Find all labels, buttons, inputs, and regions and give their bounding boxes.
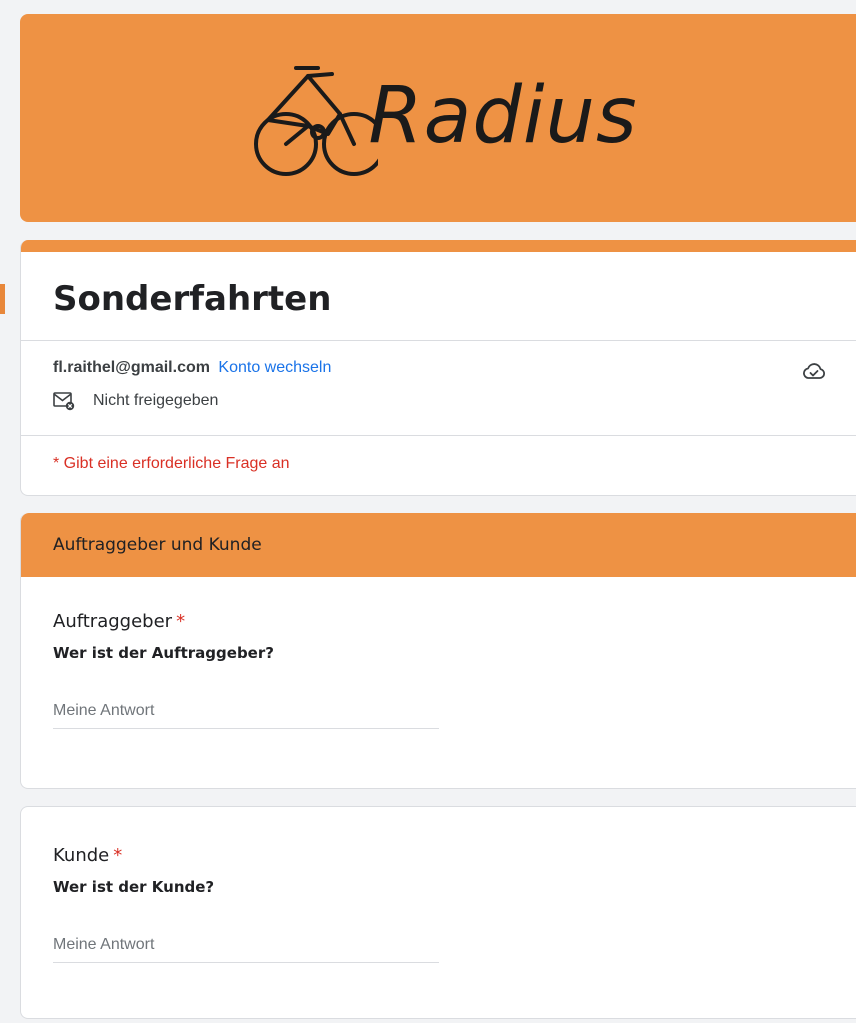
form-title-card: Sonderfahrten fl.raithel@gmail.com Konto… (20, 240, 856, 496)
not-shared-label: Nicht freigegeben (93, 392, 219, 409)
title-accent-bar (21, 240, 856, 252)
not-shared-status: Nicht freigegeben (53, 391, 856, 411)
answer-input-kunde[interactable] (53, 936, 439, 963)
brand-logo: Radius (248, 58, 637, 178)
brand-name: Radius (368, 71, 638, 161)
form-title: Sonderfahrten (53, 279, 332, 319)
question-kunde: Kunde * Wer ist der Kunde? (21, 807, 856, 963)
question-title-text: Auftraggeber (53, 611, 173, 632)
question-description: Wer ist der Kunde? (53, 878, 215, 896)
question-title: Kunde * (53, 845, 856, 866)
required-note: * Gibt eine erforderliche Frage an (53, 455, 290, 472)
side-accent-tab (0, 284, 5, 314)
answer-input-auftraggeber[interactable] (53, 702, 439, 729)
section-title: Auftraggeber und Kunde (21, 513, 856, 577)
required-asterisk: * (176, 611, 186, 632)
account-row: fl.raithel@gmail.com Konto wechseln Nich… (21, 341, 856, 435)
required-asterisk: * (113, 845, 123, 866)
question-card-kunde: Kunde * Wer ist der Kunde? (20, 806, 856, 1019)
account-email: fl.raithel@gmail.com (53, 359, 210, 376)
question-title-text: Kunde (53, 845, 110, 866)
question-description: Wer ist der Auftraggeber? (53, 644, 274, 662)
switch-account-link[interactable]: Konto wechseln (218, 359, 331, 376)
question-auftraggeber: Auftraggeber * Wer ist der Auftraggeber? (21, 577, 856, 729)
cloud-check-icon[interactable] (802, 361, 826, 386)
section-card: Auftraggeber und Kunde Auftraggeber * Wer… (20, 513, 856, 789)
bicycle-icon (254, 66, 379, 176)
mail-blocked-icon (53, 392, 75, 411)
question-title: Auftraggeber * (53, 611, 856, 632)
header-banner: Radius (20, 14, 856, 222)
